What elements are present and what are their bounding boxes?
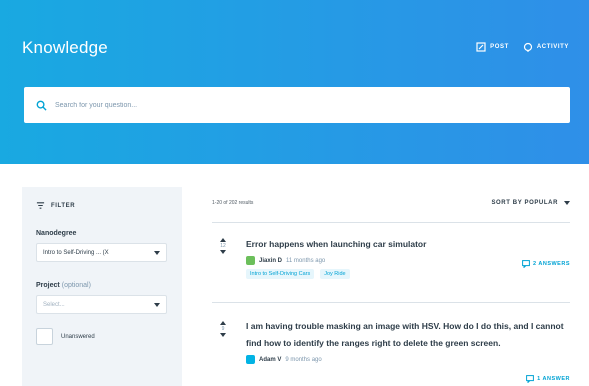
- downvote-icon[interactable]: [220, 333, 226, 337]
- unanswered-label: Unanswered: [61, 333, 95, 340]
- project-placeholder: Select...: [43, 301, 65, 308]
- post-button[interactable]: POST: [476, 42, 509, 52]
- nanodegree-label: Nanodegree: [36, 230, 77, 237]
- question-title[interactable]: I am having trouble masking an image wit…: [246, 318, 570, 352]
- comment-icon: [526, 375, 535, 383]
- answers-count[interactable]: 1 ANSWER: [526, 375, 570, 383]
- nanodegree-value: Intro to Self-Driving ... (X: [43, 249, 109, 256]
- header-actions: POST ACTIVITY: [476, 42, 569, 52]
- question-body: I am having trouble masking an image wit…: [246, 318, 570, 364]
- tag[interactable]: Intro to Self-Driving Cars: [246, 269, 315, 279]
- unanswered-checkbox[interactable]: [36, 328, 53, 345]
- activity-button[interactable]: ACTIVITY: [523, 42, 569, 52]
- tag[interactable]: Joy Ride: [320, 269, 350, 279]
- project-select[interactable]: Select...: [36, 295, 167, 314]
- edit-icon: [476, 42, 486, 52]
- vote-count: 9: [221, 326, 225, 332]
- comment-icon: [522, 260, 530, 268]
- bell-icon: [523, 42, 532, 52]
- results-header: 1-20 of 202 results SORT BY POPULAR: [212, 200, 570, 206]
- filter-icon: [36, 202, 45, 209]
- downvote-icon[interactable]: [220, 250, 226, 254]
- vote-count: 12: [220, 243, 226, 249]
- page-title: Knowledge: [22, 38, 108, 57]
- chevron-down-icon: [564, 201, 570, 205]
- project-optional: (optional): [61, 282, 91, 289]
- avatar: [246, 355, 255, 364]
- filter-label: FILTER: [51, 202, 76, 209]
- nanodegree-select[interactable]: Intro to Self-Driving ... (X: [36, 243, 167, 262]
- vote-control: 9: [218, 321, 228, 337]
- divider: [212, 302, 570, 303]
- sort-dropdown[interactable]: SORT BY POPULAR: [491, 200, 570, 206]
- answers-label: 2 ANSWERS: [533, 261, 570, 267]
- question-item[interactable]: 9 I am having trouble masking an image w…: [212, 318, 570, 386]
- timestamp: 9 months ago: [285, 356, 322, 363]
- header-banner: Knowledge POST ACTIVITY: [0, 0, 589, 164]
- results-count: 1-20 of 202 results: [212, 200, 254, 206]
- question-item[interactable]: 12 Error happens when launching car simu…: [212, 236, 570, 296]
- chevron-down-icon: [154, 302, 160, 307]
- author-name[interactable]: Jiaxin D: [259, 258, 282, 264]
- project-label-text: Project: [36, 282, 60, 289]
- activity-label: ACTIVITY: [536, 44, 569, 50]
- search-input[interactable]: [55, 101, 570, 109]
- unanswered-filter[interactable]: Unanswered: [36, 328, 168, 345]
- timestamp: 11 months ago: [286, 257, 326, 264]
- avatar: [246, 256, 255, 265]
- question-title[interactable]: Error happens when launching car simulat…: [246, 236, 570, 253]
- search-icon: [36, 100, 47, 111]
- sort-label: SORT BY POPULAR: [491, 200, 558, 206]
- answers-label: 1 ANSWER: [537, 376, 570, 382]
- tag-list: Intro to Self-Driving Cars Joy Ride: [246, 269, 570, 279]
- question-body: Error happens when launching car simulat…: [246, 236, 570, 279]
- divider: [212, 222, 570, 223]
- chevron-down-icon: [154, 250, 160, 255]
- answers-count[interactable]: 2 ANSWERS: [522, 260, 570, 268]
- post-label: POST: [490, 44, 509, 50]
- vote-control: 12: [218, 238, 228, 254]
- filter-header: FILTER: [36, 201, 168, 210]
- search-bar[interactable]: [24, 87, 570, 123]
- filter-sidebar: FILTER Nanodegree Intro to Self-Driving …: [22, 187, 182, 386]
- project-label: Project (optional): [36, 282, 168, 289]
- author-name[interactable]: Adam V: [259, 357, 281, 363]
- question-meta: Adam V 9 months ago: [246, 355, 570, 364]
